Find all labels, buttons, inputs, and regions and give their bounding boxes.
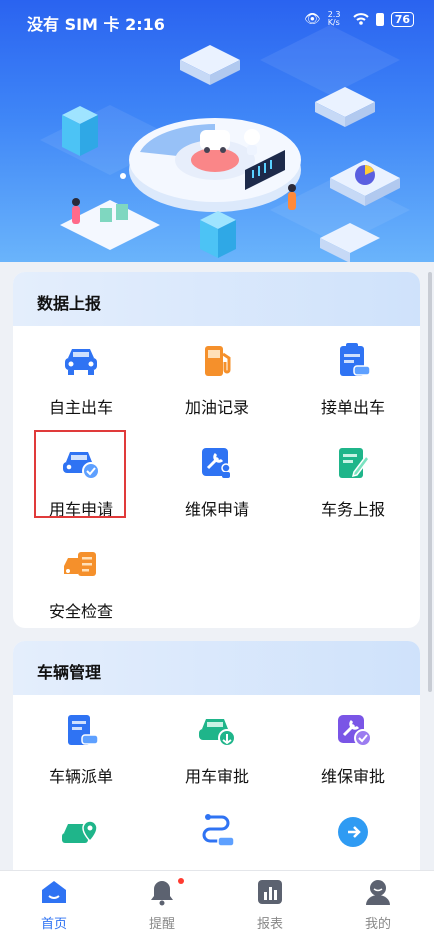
item-label: 车务上报 xyxy=(320,500,385,519)
tab-profile[interactable]: 我的 xyxy=(324,871,432,935)
clipboard-car-icon xyxy=(340,343,371,376)
notification-badge xyxy=(178,878,184,884)
item-label: 自主出车 xyxy=(48,398,113,417)
status-arrow-icon xyxy=(338,817,368,847)
vehicle-affairs-report-button[interactable]: 车务上报 xyxy=(285,428,420,530)
section-title: 数据上报 xyxy=(37,294,102,313)
tab-label: 提醒 xyxy=(148,917,175,932)
alert-icon xyxy=(375,12,384,26)
tab-label: 我的 xyxy=(364,917,391,932)
car-location-icon xyxy=(62,820,98,843)
tab-reminders[interactable]: 提醒 xyxy=(108,871,216,935)
scrollbar[interactable] xyxy=(428,272,432,692)
tab-reports[interactable]: 报表 xyxy=(216,871,324,935)
maintenance-approval-button[interactable]: 维保审批 xyxy=(285,695,420,797)
wifi-icon xyxy=(352,13,369,25)
fuel-record-button[interactable]: 加油记录 xyxy=(149,326,285,428)
bar-chart-icon xyxy=(258,880,282,904)
network-speed-text: 2.3 K/s xyxy=(327,10,341,27)
vehicle-management-header: 车辆管理 xyxy=(13,641,420,695)
item-label: 维保申请 xyxy=(184,500,249,519)
item-label: 接单出车 xyxy=(320,398,385,417)
battery-icon: 76 xyxy=(390,11,414,27)
maintenance-approve-icon xyxy=(338,715,372,747)
selection-highlight xyxy=(34,430,126,518)
clock-text: 2:16 xyxy=(125,15,165,34)
maintenance-request-button[interactable]: 维保申请 xyxy=(149,428,285,530)
data-report-header: 数据上报 xyxy=(13,272,420,326)
item-label: 车辆派单 xyxy=(48,767,113,786)
item-label: 安全检查 xyxy=(48,602,113,621)
fuel-pump-icon xyxy=(205,346,231,376)
home-icon xyxy=(42,881,66,903)
car-icon xyxy=(65,349,97,375)
smart-fleet-illustration xyxy=(40,25,410,262)
tab-label: 报表 xyxy=(256,917,283,932)
item-label: 加油记录 xyxy=(184,398,249,417)
hero-banner: 没有 SIM 卡 2:16 👁 2.3 K/s 76 xyxy=(0,0,434,262)
status-bar: 没有 SIM 卡 2:16 👁 2.3 K/s 76 xyxy=(0,0,434,40)
vehicle-dispatch-button[interactable]: 车辆派单 xyxy=(13,695,149,797)
tab-home[interactable]: 首页 xyxy=(0,871,108,935)
item-label: 用车审批 xyxy=(184,767,249,786)
carrier-text: 没有 SIM 卡 xyxy=(27,15,120,34)
bell-icon xyxy=(151,881,173,906)
car-approve-icon xyxy=(199,719,236,747)
item-label: 维保审批 xyxy=(320,767,385,786)
dispatch-icon xyxy=(68,715,99,745)
safety-check-button[interactable]: 安全检查 xyxy=(13,530,149,628)
wrench-person-icon xyxy=(202,448,231,478)
bottom-nav: 首页 提醒 报表 我的 xyxy=(0,870,434,935)
self-departure-button[interactable]: 自主出车 xyxy=(13,326,149,428)
vehicle-approval-button[interactable]: 用车审批 xyxy=(149,695,285,797)
user-icon xyxy=(366,880,390,905)
eye-icon: 👁 xyxy=(304,11,321,27)
section-title: 车辆管理 xyxy=(37,663,102,682)
order-departure-button[interactable]: 接单出车 xyxy=(285,326,420,428)
pen-document-icon xyxy=(339,448,370,478)
route-icon xyxy=(202,814,235,847)
vehicle-safety-icon xyxy=(64,552,96,576)
tab-label: 首页 xyxy=(40,917,67,932)
